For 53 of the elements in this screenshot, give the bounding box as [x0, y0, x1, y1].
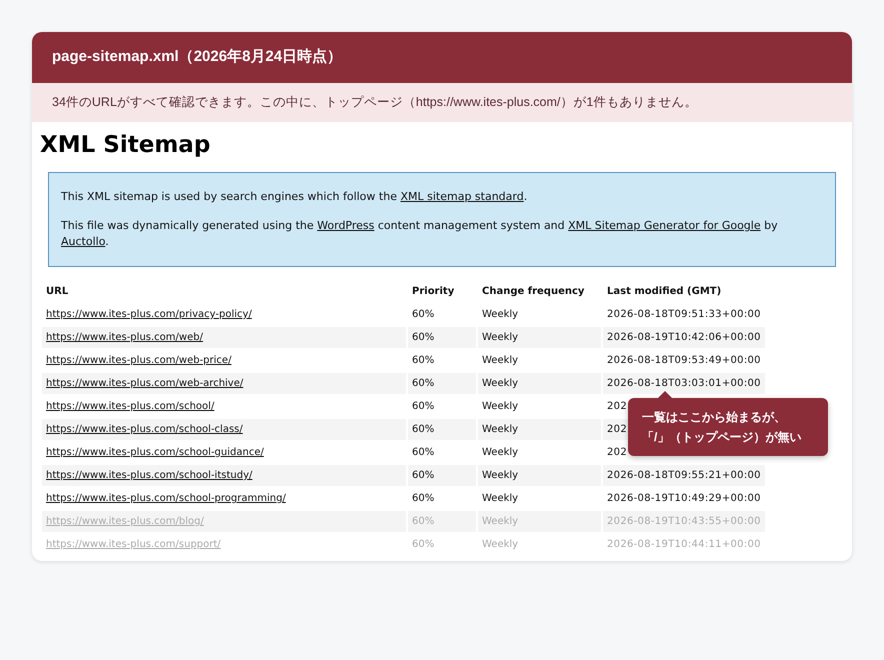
table-cell-text: Weekly	[481, 354, 520, 368]
table-cell-text: 60%	[411, 538, 436, 552]
date-text: 2026-08-18T09:53:49+00:00	[607, 355, 761, 366]
url-link[interactable]: https://www.ites-plus.com/web-price/	[46, 355, 232, 366]
callout-text: 「/」（トップページ）が無い	[642, 429, 802, 446]
date-text: 202	[607, 401, 627, 412]
card-title: page-sitemap.xml（2026年8月24日時点）	[52, 47, 342, 68]
url-link[interactable]: https://www.ites-plus.com/school/	[46, 401, 214, 412]
url-link[interactable]: https://www.ites-plus.com/privacy-policy/	[46, 309, 252, 320]
table-cell-text: 60%	[411, 400, 436, 414]
table-cell: Weekly	[478, 465, 601, 486]
text-link[interactable]: XML Sitemap Generator for Google	[568, 219, 761, 232]
column-header: Last modified (GMT)	[606, 285, 722, 299]
date-text: 2026-08-19T10:42:06+00:00	[607, 332, 761, 343]
info-paragraph: This file was dynamically generated using the WordPress content management system and XML Sitemap Generator for Google by Auctollo.	[61, 218, 779, 250]
page-heading: XML Sitemap	[40, 131, 212, 160]
notice-text: 34件のURLがすべて確認できます。この中に、トップページ（https://www.ites-plus.com/）が1件もありません。	[52, 94, 698, 112]
table-cell-text: Weekly	[481, 538, 520, 552]
text-link[interactable]: Auctollo	[61, 235, 106, 248]
date-text: 2026-08-18T03:03:01+00:00	[607, 378, 761, 389]
date-text: 2026-08-18T09:55:21+00:00	[607, 470, 761, 481]
table-cell: Weekly	[478, 511, 601, 532]
table-cell: Weekly	[478, 373, 601, 394]
table-cell-text: 60%	[411, 492, 436, 506]
date-text: 202	[607, 424, 627, 435]
table-cell-text: 60%	[411, 354, 436, 368]
table-cell-text: Weekly	[481, 400, 520, 414]
table-cell: 60%	[408, 327, 476, 348]
date-text: 2026-08-18T09:51:33+00:00	[607, 309, 761, 320]
date-text: 2026-08-19T10:44:11+00:00	[607, 539, 761, 550]
table-cell: 60%	[408, 373, 476, 394]
table-cell-text: Weekly	[481, 492, 520, 506]
table-cell: 60%	[408, 465, 476, 486]
table-cell-text: Weekly	[481, 446, 520, 460]
column-header: Change frequency	[481, 285, 586, 299]
table-cell: 60%	[408, 419, 476, 440]
table-cell: Weekly	[478, 419, 601, 440]
date-text: 202	[607, 447, 627, 458]
text-link[interactable]: WordPress	[317, 219, 374, 232]
table-cell-text: 60%	[411, 446, 436, 460]
table-cell: 60%	[408, 511, 476, 532]
column-header: URL	[45, 285, 70, 299]
date-text: 2026-08-19T10:49:29+00:00	[607, 493, 761, 504]
url-link[interactable]: https://www.ites-plus.com/school-guidance/	[46, 447, 264, 458]
url-link[interactable]: https://www.ites-plus.com/school-programming/	[46, 493, 286, 504]
callout-text: 一覧はここから始まるが、	[642, 409, 787, 426]
table-cell: Weekly	[478, 327, 601, 348]
table-cell-text: 60%	[411, 308, 436, 322]
info-paragraph: This XML sitemap is used by search engines which follow the XML sitemap standard.	[61, 189, 528, 205]
column-header: Priority	[411, 285, 456, 299]
text-link[interactable]: XML sitemap standard	[400, 190, 524, 203]
date-text: 2026-08-19T10:43:55+00:00	[607, 516, 761, 527]
table-cell-text: Weekly	[481, 308, 520, 322]
